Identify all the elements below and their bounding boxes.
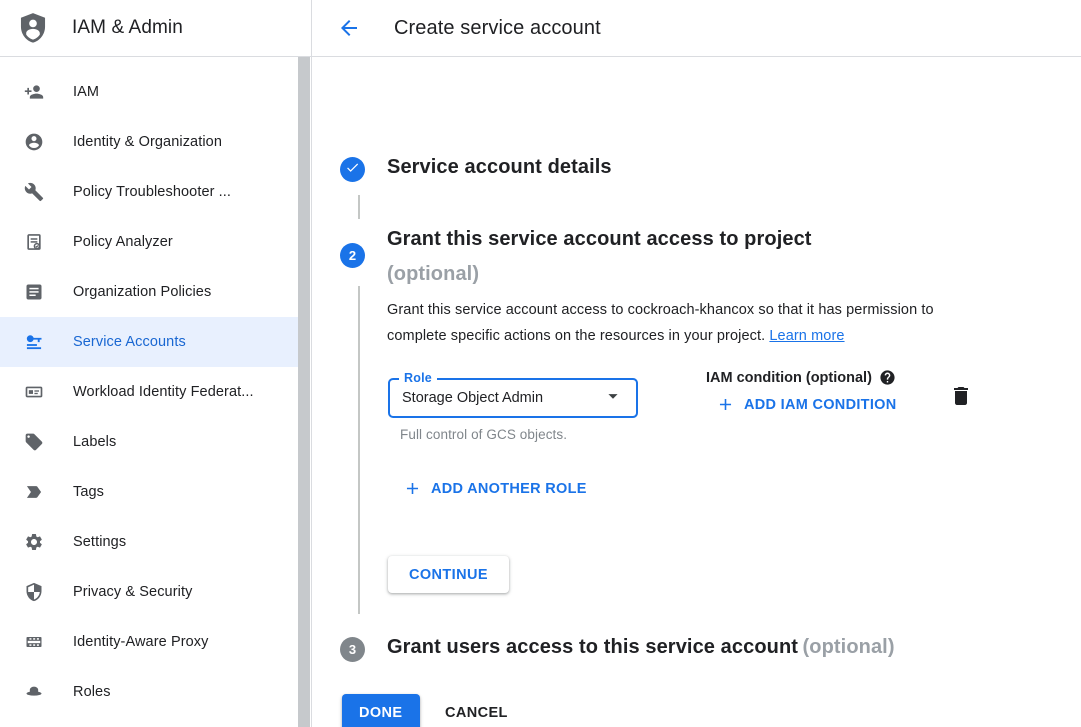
sidebar-item-label: Organization Policies <box>73 284 211 300</box>
step3-indicator: 3 <box>340 637 365 662</box>
step2-rail-line <box>358 286 360 614</box>
step2-indicator: 2 <box>340 243 365 268</box>
step2-title: Grant this service account access to pro… <box>387 222 987 257</box>
account-circle-icon <box>24 132 44 152</box>
role-dropdown[interactable]: Role Storage Object Admin <box>388 378 638 418</box>
app-title: IAM & Admin <box>72 17 183 39</box>
sidebar-item-policy-troubleshooter[interactable]: Policy Troubleshooter ... <box>0 167 311 217</box>
add-iam-condition-label: ADD IAM CONDITION <box>744 397 897 413</box>
cancel-button[interactable]: CANCEL <box>437 694 516 727</box>
add-iam-condition-button[interactable]: ADD IAM CONDITION <box>716 395 897 414</box>
step3-heading: Grant users access to this service accou… <box>387 636 1067 659</box>
sidebar-item-tags[interactable]: Tags <box>0 467 311 517</box>
sidebar-item-label: Roles <box>73 684 111 700</box>
sidebar-item-label: Policy Troubleshooter ... <box>73 184 231 200</box>
role-helper-text: Full control of GCS objects. <box>400 427 567 442</box>
sidebar-item-label: Privacy & Security <box>73 584 192 600</box>
sidebar-nav: IAM Identity & Organization Policy Troub… <box>0 57 311 717</box>
sidebar-item-label: Settings <box>73 534 126 550</box>
sidebar-item-label: Workload Identity Federat... <box>73 384 254 400</box>
step3-number: 3 <box>349 642 356 657</box>
page-root: IAM & Admin IAM Identity & Organization … <box>0 0 1081 727</box>
step-connector-line <box>358 195 360 219</box>
gear-icon <box>24 532 44 552</box>
shield-half-icon <box>24 582 44 602</box>
plus-icon <box>716 395 735 414</box>
label-important-icon <box>24 482 44 502</box>
step3-title: Grant users access to this service accou… <box>387 636 798 658</box>
step2-number: 2 <box>349 248 356 263</box>
sidebar-item-label: Labels <box>73 434 116 450</box>
trash-icon[interactable] <box>949 384 973 408</box>
sidebar-item-policy-analyzer[interactable]: Policy Analyzer <box>0 217 311 267</box>
id-card-icon <box>24 382 44 402</box>
done-button[interactable]: DONE <box>342 694 420 727</box>
document-lines-icon <box>24 282 44 302</box>
step1-indicator <box>340 157 365 182</box>
step2-heading: Grant this service account access to pro… <box>387 222 987 292</box>
proxy-grid-icon <box>24 632 44 652</box>
sidebar-item-service-accounts[interactable]: Service Accounts <box>0 317 299 367</box>
step2-description: Grant this service account access to coc… <box>387 297 987 349</box>
sidebar-item-roles[interactable]: Roles <box>0 667 311 717</box>
step2-optional-label: (optional) <box>387 257 987 292</box>
service-account-key-icon <box>24 332 44 352</box>
continue-button[interactable]: CONTINUE <box>388 556 509 593</box>
sidebar-item-privacy-security[interactable]: Privacy & Security <box>0 567 311 617</box>
role-selected-value: Storage Object Admin <box>402 390 602 406</box>
learn-more-link[interactable]: Learn more <box>769 328 844 344</box>
sidebar-item-label: Policy Analyzer <box>73 234 173 250</box>
sidebar-item-workload-identity-federation[interactable]: Workload Identity Federat... <box>0 367 311 417</box>
sidebar-item-identity-organization[interactable]: Identity & Organization <box>0 117 311 167</box>
stepper-content: Service account details 2 Grant this ser… <box>312 57 1081 727</box>
sidebar-item-iam[interactable]: IAM <box>0 67 311 117</box>
sidebar-item-settings[interactable]: Settings <box>0 517 311 567</box>
add-another-role-button[interactable]: ADD ANOTHER ROLE <box>403 479 587 498</box>
shield-person-icon <box>16 9 50 47</box>
sidebar-scrollbar-track <box>298 57 310 727</box>
caret-down-icon <box>602 385 624 412</box>
sidebar-item-label: Service Accounts <box>73 334 186 350</box>
check-icon <box>345 160 360 180</box>
price-tag-icon <box>24 432 44 452</box>
hat-icon <box>24 682 44 702</box>
sidebar-header: IAM & Admin <box>0 0 311 57</box>
sidebar-item-organization-policies[interactable]: Organization Policies <box>0 267 311 317</box>
sidebar-scrollbar-thumb[interactable] <box>298 57 310 727</box>
help-icon[interactable] <box>879 369 896 386</box>
plus-icon <box>403 479 422 498</box>
iam-condition-label: IAM condition (optional) <box>706 370 872 386</box>
iam-condition-label-row: IAM condition (optional) <box>706 369 896 386</box>
wrench-icon <box>24 182 44 202</box>
sidebar-item-labels[interactable]: Labels <box>0 417 311 467</box>
sidebar-item-identity-aware-proxy[interactable]: Identity-Aware Proxy <box>0 617 311 667</box>
step1-title: Service account details <box>387 156 612 179</box>
sidebar-item-label: Tags <box>73 484 104 500</box>
sidebar-item-label: Identity-Aware Proxy <box>73 634 209 650</box>
page-title: Create service account <box>394 17 601 40</box>
step3-optional-label: (optional) <box>803 636 895 658</box>
sidebar-item-label: Identity & Organization <box>73 134 222 150</box>
person-add-icon <box>24 82 44 102</box>
role-field-label: Role <box>399 371 437 385</box>
add-another-role-label: ADD ANOTHER ROLE <box>431 481 587 497</box>
sidebar-item-label: IAM <box>73 84 99 100</box>
main-header: Create service account <box>312 0 1081 57</box>
sidebar: IAM & Admin IAM Identity & Organization … <box>0 0 312 727</box>
policy-analyzer-icon <box>24 232 44 252</box>
main-area: Create service account Service account d… <box>312 0 1081 727</box>
arrow-back-icon[interactable] <box>337 16 361 40</box>
